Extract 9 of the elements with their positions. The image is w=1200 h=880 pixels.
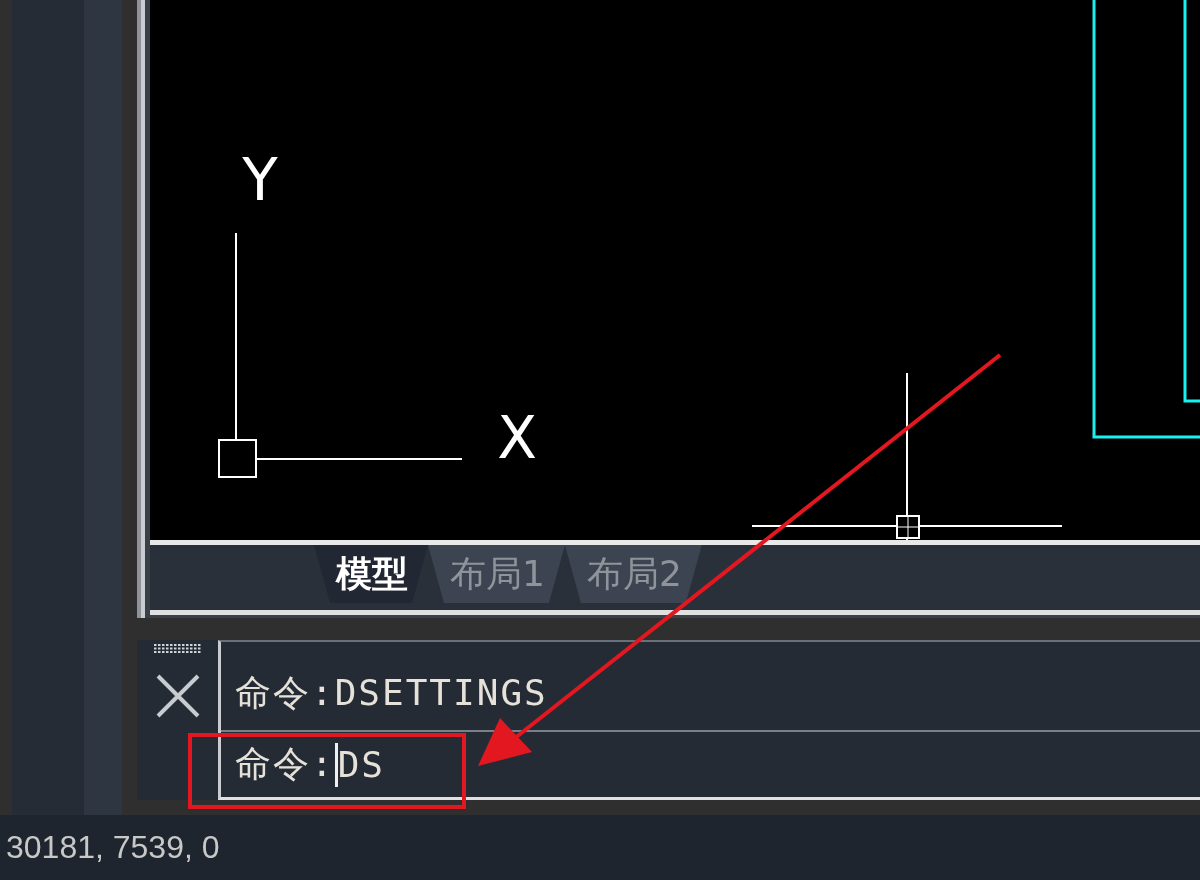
y-axis-label: Y: [242, 146, 278, 214]
x-axis-label: X: [497, 404, 537, 472]
layout-tab[interactable]: 模型: [314, 545, 428, 603]
close-icon[interactable]: [155, 674, 200, 718]
cursor-coordinates: 30181, 7539, 0: [5, 829, 220, 866]
command-history-line: 命令:DSETTINGS: [234, 671, 549, 715]
command-input[interactable]: 命令:DS: [221, 732, 1200, 797]
grip-icon[interactable]: [153, 644, 202, 654]
ucs-icon: [218, 232, 463, 478]
